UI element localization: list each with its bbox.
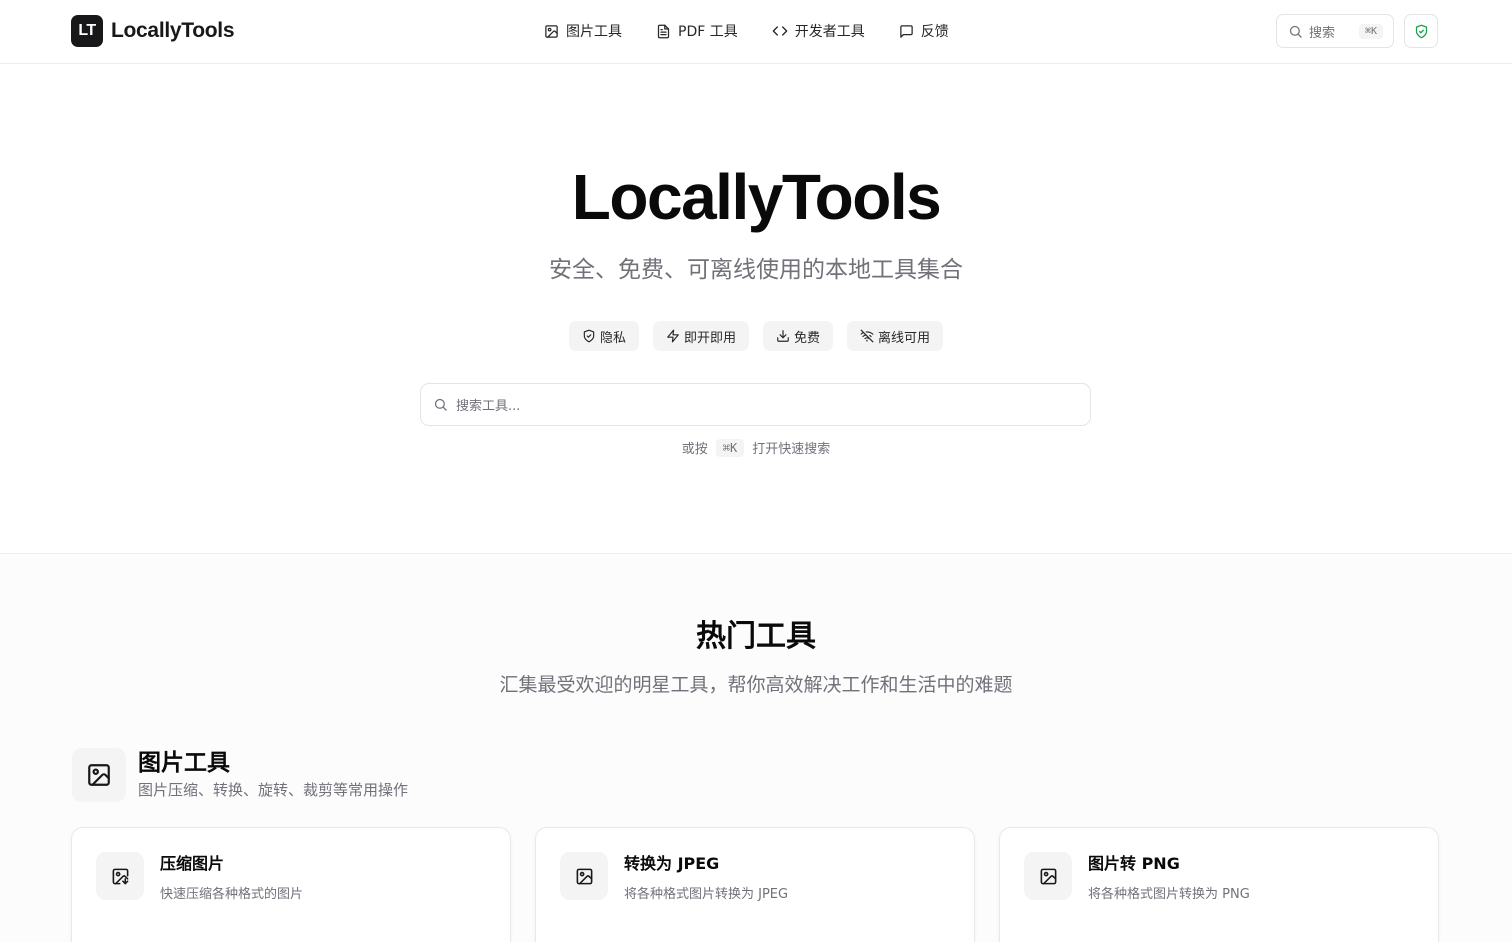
category-icon-box: [72, 748, 126, 802]
card-description: 将各种格式图片转换为 JPEG: [624, 887, 789, 902]
hero-section: LocallyTools 安全、免费、可离线使用的本地工具集合 隐私 即开即用 …: [0, 64, 1512, 554]
logo[interactable]: LT LocallyTools: [71, 15, 235, 47]
hero-title: LocallyTools: [571, 161, 942, 233]
section-title: 热门工具: [696, 619, 816, 654]
nav-label: 图片工具: [566, 24, 622, 40]
code-icon: [772, 26, 788, 36]
card-icon-box: [96, 852, 144, 900]
hint-shortcut: ⌘K: [715, 438, 745, 457]
wifi-off-icon: [860, 329, 874, 343]
card-icon-box: [560, 852, 608, 900]
image-icon: [545, 24, 558, 38]
logo-mark: LT: [71, 15, 103, 47]
tool-card-convert-png[interactable]: 图片转 PNG 将各种格式图片转换为 PNG: [999, 827, 1439, 942]
nav-item-pdf-tools[interactable]: PDF 工具: [656, 20, 738, 42]
image-icon: [1040, 868, 1056, 884]
popular-tools-section: 热门工具 汇集最受欢迎的明星工具，帮你高效解决工作和生活中的难题 图片工具 图片…: [0, 555, 1512, 942]
image-icon: [576, 868, 592, 884]
hero-subtitle: 安全、免费、可离线使用的本地工具集合: [549, 257, 963, 283]
tool-card-compress-image[interactable]: 压缩图片 快速压缩各种格式的图片: [71, 827, 511, 942]
search-hint: 或按 ⌘K 打开快速搜索: [0, 438, 1512, 457]
tool-search-input[interactable]: 搜索工具...: [420, 383, 1091, 426]
badge-label: 免费: [794, 330, 821, 346]
badge-label: 离线可用: [878, 330, 931, 346]
search-placeholder: 搜索工具...: [456, 399, 521, 414]
card-description: 快速压缩各种格式的图片: [160, 887, 304, 902]
download-icon: [777, 330, 789, 342]
shield-icon: [583, 329, 595, 343]
card-title: 压缩图片: [160, 854, 225, 873]
tool-card-convert-jpeg[interactable]: 转换为 JPEG 将各种格式图片转换为 JPEG: [535, 827, 975, 942]
card-title: 图片转 PNG: [1088, 854, 1180, 873]
shortcut-badge: ⌘K: [1358, 23, 1383, 39]
header-search-button[interactable]: 搜索 ⌘K: [1276, 14, 1394, 48]
logo-text: LocallyTools: [111, 19, 235, 42]
image-icon: [88, 764, 110, 786]
nav-label: 反馈: [920, 24, 949, 40]
privacy-status-button[interactable]: [1404, 14, 1438, 48]
hint-suffix: 打开快速搜索: [752, 442, 831, 457]
header-search-label: 搜索: [1309, 25, 1336, 41]
card-description: 将各种格式图片转换为 PNG: [1088, 887, 1250, 902]
file-text-icon: [657, 24, 670, 38]
category-title: 图片工具: [138, 750, 230, 776]
search-icon: [1289, 25, 1302, 38]
badge-label: 即开即用: [683, 330, 736, 346]
feature-badges: 隐私 即开即用 免费 离线可用: [0, 321, 1512, 351]
badge-instant: 即开即用: [652, 321, 749, 351]
card-icon-box: [1024, 852, 1072, 900]
shield-check-icon: [1415, 24, 1427, 38]
badge-offline: 离线可用: [847, 321, 944, 351]
category-subtitle: 图片压缩、转换、旋转、裁剪等常用操作: [138, 781, 409, 799]
section-subtitle: 汇集最受欢迎的明星工具，帮你高效解决工作和生活中的难题: [499, 674, 1013, 696]
badge-privacy: 隐私: [568, 321, 639, 351]
nav-label: PDF 工具: [678, 24, 738, 40]
nav-item-feedback[interactable]: 反馈: [899, 20, 949, 42]
search-icon: [434, 398, 447, 411]
message-square-icon: [899, 24, 913, 38]
top-header: LT LocallyTools 图片工具 PDF 工具 开发者工具 反馈 搜索 …: [0, 0, 1512, 64]
badge-label: 隐私: [599, 330, 626, 346]
nav-label: 开发者工具: [794, 24, 865, 40]
card-title: 转换为 JPEG: [624, 854, 720, 873]
image-compress-icon: [112, 868, 128, 884]
badge-free: 免费: [763, 321, 834, 351]
zap-icon: [667, 329, 679, 343]
main-nav: 图片工具 PDF 工具 开发者工具 反馈: [544, 20, 949, 42]
nav-item-developer-tools[interactable]: 开发者工具: [772, 20, 865, 42]
nav-item-image-tools[interactable]: 图片工具: [544, 20, 622, 42]
hint-prefix: 或按: [681, 442, 708, 457]
